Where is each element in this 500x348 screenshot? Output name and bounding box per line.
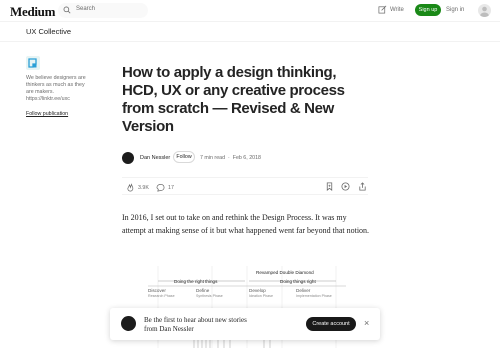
bookmark-icon[interactable]: [325, 182, 334, 191]
follow-publication-link[interactable]: Follow publication: [26, 111, 68, 117]
top-nav: Medium Search Write Sign up Sign in: [0, 0, 500, 22]
signin-link[interactable]: Sign in: [446, 7, 464, 13]
publish-date: Feb 6, 2018: [232, 155, 261, 161]
sub-ideation: Ideation Phase: [249, 294, 273, 298]
publication-description: We believe designers are thinkers as muc…: [26, 75, 86, 103]
comment-count: 17: [168, 184, 174, 191]
share-icon[interactable]: [358, 182, 367, 191]
diagram-right-label: Doing things right: [280, 279, 316, 284]
banner-author-avatar: [121, 316, 136, 331]
search-icon: [63, 6, 71, 14]
clap-button[interactable]: 3.9K: [126, 183, 149, 192]
phase-develop: Develop: [249, 288, 266, 293]
article-title: How to apply a design thinking, HCD, UX …: [122, 64, 345, 135]
phase-deliver: Deliver: [296, 288, 311, 293]
follow-author-button[interactable]: Follow: [173, 151, 195, 163]
write-icon: [378, 5, 387, 14]
search-input[interactable]: Search: [76, 6, 95, 12]
uxc-logo-icon: [28, 58, 37, 68]
article-action-bar: 3.9K 17: [122, 177, 368, 195]
phase-define: Define: [196, 288, 210, 293]
meta-separator: ·: [227, 155, 230, 161]
author-avatar[interactable]: [122, 152, 134, 164]
follow-author-banner: Be the first to hear about new stories f…: [110, 308, 380, 340]
signup-button[interactable]: Sign up: [415, 4, 441, 16]
phase-discover: Discover: [148, 288, 166, 293]
user-icon[interactable]: [478, 4, 491, 17]
author-name[interactable]: Dan Nessler: [140, 155, 170, 161]
diagram-left-label: Doing the right things: [174, 279, 218, 284]
publication-logo[interactable]: [26, 56, 40, 70]
publication-tagline: We believe designers are thinkers as muc…: [26, 75, 86, 95]
user-silhouette-icon: [480, 6, 489, 17]
article-meta: 7 min read · Feb 6, 2018: [200, 155, 261, 161]
create-account-button[interactable]: Create account: [306, 317, 356, 331]
sub-implementation: Implementation Phase: [296, 294, 332, 298]
medium-logo[interactable]: Medium: [10, 4, 55, 20]
comment-icon: [156, 183, 165, 192]
publication-bar: UX Collective: [0, 22, 500, 42]
comment-button[interactable]: 17: [156, 183, 174, 192]
sub-synthesis: Synthesis Phase: [196, 294, 223, 298]
search-box[interactable]: Search: [58, 3, 148, 18]
article-paragraph: In 2016, I set out to take on and rethin…: [122, 213, 370, 235]
read-time: 7 min read: [200, 155, 226, 161]
banner-message: Be the first to hear about new stories f…: [144, 316, 247, 333]
write-label: Write: [390, 6, 404, 13]
clap-count: 3.9K: [138, 184, 149, 191]
diagram-title: Revamped Double Diamond: [256, 270, 314, 275]
publication-name[interactable]: UX Collective: [26, 27, 71, 36]
write-button[interactable]: Write: [378, 5, 404, 14]
publication-link[interactable]: https://linktr.ee/uxc: [26, 96, 70, 102]
close-icon[interactable]: ×: [364, 318, 369, 328]
sub-research: Research Phase: [148, 294, 175, 298]
clap-icon: [127, 183, 134, 192]
listen-icon[interactable]: [341, 182, 350, 191]
